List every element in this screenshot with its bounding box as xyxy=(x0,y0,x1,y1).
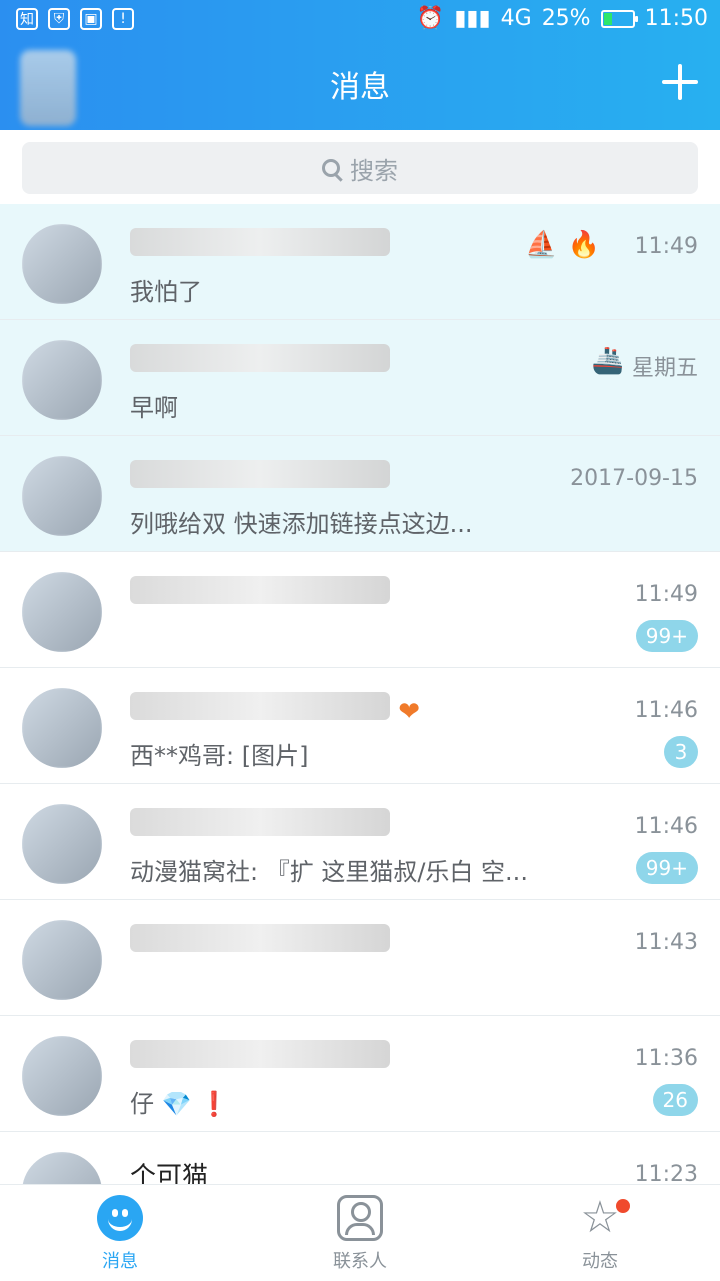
battery-icon xyxy=(600,9,638,28)
contact-avatar xyxy=(22,456,102,536)
messages-icon xyxy=(97,1195,143,1241)
conversation-row[interactable]: 11:43 xyxy=(0,900,720,1016)
tab-label: 联系人 xyxy=(333,1251,387,1272)
status-tags: ⛵ 🔥 xyxy=(525,230,600,260)
warning-icon: ! xyxy=(112,8,134,30)
contact-name xyxy=(130,228,510,264)
search-placeholder: 搜索 xyxy=(350,156,398,185)
message-time: 星期五 xyxy=(631,356,698,381)
tab-label: 动态 xyxy=(582,1251,618,1272)
shield-icon: ⛨ xyxy=(48,8,70,30)
message-time: 11:49 xyxy=(634,582,698,607)
signal-icon: ▮▮▮ xyxy=(454,6,491,31)
contact-name xyxy=(130,460,510,496)
contact-name xyxy=(130,1040,510,1076)
network-4g-icon: 4G xyxy=(500,6,532,31)
unread-badge: 26 xyxy=(652,1084,698,1116)
contact-name xyxy=(130,576,510,612)
conversation-list: 我怕了 ⛵ 🔥 11:49 早啊 🚢 星期五 列哦给双 快速添加链接点这边...… xyxy=(0,204,720,1184)
status-right: ⏰ ▮▮▮ 4G 25% 11:50 xyxy=(417,6,708,31)
alarm-icon: ⏰ xyxy=(416,6,445,31)
conversation-row[interactable]: ❤ 西**鸡哥: [图片] 11:46 3 xyxy=(0,668,720,784)
message-preview: 仔 💎 ❗ xyxy=(130,1084,580,1119)
contact-avatar xyxy=(22,920,102,1000)
page-title: 消息 xyxy=(330,70,390,105)
contact-avatar xyxy=(22,1036,102,1116)
message-preview: 动漫猫窝社: 『扩 这里猫叔/乐白 空... xyxy=(130,858,528,886)
add-icon[interactable] xyxy=(660,62,700,102)
tab-contacts[interactable]: 联系人 xyxy=(300,1195,420,1275)
message-time: 11:43 xyxy=(634,930,698,955)
contact-name xyxy=(130,344,510,380)
contacts-icon xyxy=(337,1195,383,1241)
message-time: 11:36 xyxy=(634,1046,698,1071)
conversation-row[interactable]: 列哦给双 快速添加链接点这边... 2017-09-15 xyxy=(0,436,720,552)
heart-icon: ❤ xyxy=(398,697,421,727)
search-icon xyxy=(322,159,340,177)
conversation-row[interactable]: 我怕了 ⛵ 🔥 11:49 xyxy=(0,204,720,320)
battery-text: 25% xyxy=(541,6,591,31)
contact-avatar xyxy=(22,1152,102,1184)
message-preview: 我怕了 xyxy=(130,278,202,306)
message-time: 11:46 xyxy=(634,814,698,839)
contact-name xyxy=(130,808,510,844)
conversation-row[interactable]: 仔 💎 ❗ 11:36 26 xyxy=(0,1016,720,1132)
contact-avatar xyxy=(22,688,102,768)
gallery-icon: ▣ xyxy=(80,8,102,30)
status-left: 知 ⛨ ▣ ! xyxy=(16,8,134,30)
search-input[interactable]: 搜索 xyxy=(22,142,698,194)
tab-messages[interactable]: 消息 xyxy=(60,1195,180,1275)
zhihu-icon: 知 xyxy=(16,8,38,30)
diamond-icon: 💎 xyxy=(161,1090,192,1118)
contact-avatar xyxy=(22,224,102,304)
tab-moments[interactable]: ☆ 动态 xyxy=(540,1195,660,1275)
notification-dot xyxy=(616,1199,630,1213)
contact-name: ❤ xyxy=(130,692,510,728)
tab-label: 消息 xyxy=(102,1251,138,1272)
clock: 11:50 xyxy=(644,6,708,31)
exclamation-icon: ❗ xyxy=(199,1090,230,1118)
message-time: 11:46 xyxy=(634,698,698,723)
preview-text: 仔 xyxy=(130,1090,154,1118)
contact-avatar xyxy=(22,340,102,420)
contact-avatar xyxy=(22,804,102,884)
status-tags: 🚢 xyxy=(592,346,624,376)
unread-badge: 99+ xyxy=(635,620,698,652)
contact-avatar xyxy=(22,572,102,652)
bottom-tab-bar: 消息 联系人 ☆ 动态 xyxy=(0,1184,720,1281)
message-time: 11:23 xyxy=(634,1162,698,1184)
message-time: 2017-09-15 xyxy=(570,466,698,491)
message-preview: 列哦给双 快速添加链接点这边... xyxy=(130,510,473,538)
flame-icon: 🔥 xyxy=(567,230,600,260)
contact-name xyxy=(130,924,510,960)
unread-badge: 3 xyxy=(664,736,698,768)
message-preview: 早啊 xyxy=(130,394,178,422)
search-bar: 搜索 xyxy=(0,130,720,204)
status-bar: 知 ⛨ ▣ ! ⏰ ▮▮▮ 4G 25% 11:50 xyxy=(0,0,720,42)
ship-icon: 🚢 xyxy=(591,346,624,376)
conversation-row[interactable]: 个可猫 11:23 xyxy=(0,1132,720,1184)
conversation-row[interactable]: 动漫猫窝社: 『扩 这里猫叔/乐白 空... 11:46 99+ xyxy=(0,784,720,900)
conversation-row[interactable]: 11:49 99+ xyxy=(0,552,720,668)
app-bar: 消息 xyxy=(0,42,720,130)
unread-badge: 99+ xyxy=(635,852,698,884)
conversation-row[interactable]: 早啊 🚢 星期五 xyxy=(0,320,720,436)
message-time: 11:49 xyxy=(634,234,698,259)
sailboat-icon: ⛵ xyxy=(525,230,558,260)
message-preview: 西**鸡哥: [图片] xyxy=(130,742,309,770)
contact-name: 个可猫 xyxy=(130,1162,209,1184)
